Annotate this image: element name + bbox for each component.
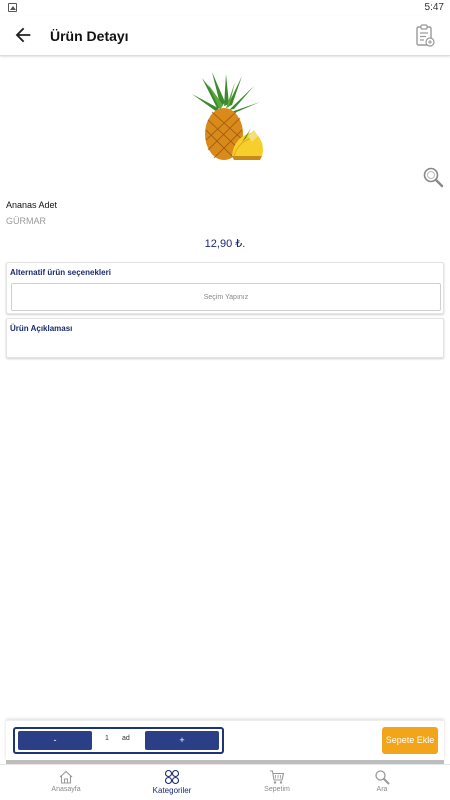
zoom-icon[interactable] (422, 166, 444, 188)
status-bar: 5:47 (0, 0, 450, 16)
cart-icon (270, 770, 285, 784)
search-icon (375, 770, 390, 785)
nav-item-cart[interactable]: Sepetim (237, 769, 317, 793)
product-name: Ananas Adet (6, 200, 58, 210)
grid-icon (164, 769, 180, 785)
clipboard-list-icon[interactable] (414, 24, 436, 48)
nav-label-search: Ara (376, 786, 388, 793)
decrease-quantity-button[interactable]: - (18, 731, 92, 750)
product-brand: GÜRMAR (6, 216, 46, 226)
back-arrow-icon[interactable] (12, 24, 34, 46)
alternative-options-title: Alternatif ürün seçenekleri (10, 268, 111, 277)
product-description-card: Ürün Açıklaması (6, 318, 444, 358)
nav-item-search[interactable]: Ara (342, 769, 422, 793)
nav-label-categories: Kategoriler (152, 786, 192, 795)
product-image[interactable] (188, 72, 268, 168)
nav-item-categories[interactable]: Kategoriler (132, 769, 212, 795)
add-to-cart-button[interactable]: Sepete Ekle (382, 727, 438, 754)
app-bar: Ürün Detayı (0, 16, 450, 56)
image-notification-icon (8, 3, 17, 12)
increase-quantity-button[interactable]: + (145, 731, 219, 750)
nav-label-cart: Sepetim (264, 786, 290, 793)
quantity-stepper: - 1 ad + (13, 727, 224, 754)
bottom-navigation: Anasayfa Kategoriler Sepetim Ara (0, 764, 450, 800)
alternative-options-card: Alternatif ürün seçenekleri Seçim Yapını… (6, 262, 444, 314)
quantity-value: 1 (105, 735, 109, 742)
product-description-title: Ürün Açıklaması (10, 324, 73, 333)
product-price: 12,90 ₺. (204, 238, 246, 250)
add-to-cart-bar: - 1 ad + Sepete Ekle (6, 720, 444, 760)
page-title: Ürün Detayı (50, 28, 129, 44)
status-time: 5:47 (424, 2, 444, 13)
nav-label-home: Anasayfa (51, 786, 81, 793)
home-icon (59, 770, 73, 784)
nav-item-home[interactable]: Anasayfa (26, 769, 106, 793)
alternative-options-select[interactable]: Seçim Yapınız (11, 283, 441, 311)
quantity-unit: ad (122, 735, 130, 742)
